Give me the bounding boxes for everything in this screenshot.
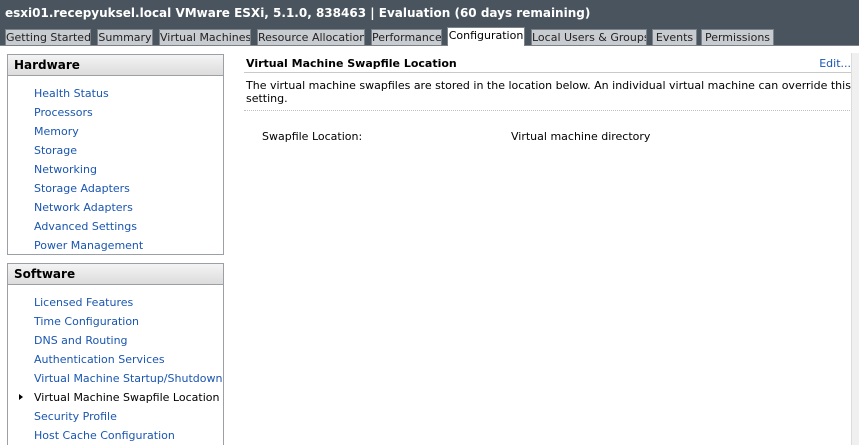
- hardware-header: Hardware: [8, 55, 223, 76]
- software-item-dns-and-routing[interactable]: DNS and Routing: [8, 331, 223, 350]
- hardware-item-storage[interactable]: Storage: [8, 141, 223, 160]
- tab-virtual-machines[interactable]: Virtual Machines: [159, 29, 251, 45]
- software-item-time-configuration[interactable]: Time Configuration: [8, 312, 223, 331]
- hardware-item-power-management[interactable]: Power Management: [8, 236, 223, 255]
- selected-arrow-icon: [19, 394, 23, 400]
- window-title: esxi01.recepyuksel.local VMware ESXi, 5.…: [0, 0, 859, 28]
- hardware-panel: Hardware Health Status Processors Memory…: [7, 54, 224, 255]
- software-header: Software: [8, 264, 223, 285]
- tab-performance[interactable]: Performance: [371, 29, 442, 45]
- swapfile-location-value: Virtual machine directory: [511, 130, 651, 143]
- description-divider: [244, 110, 854, 112]
- hardware-item-storage-adapters[interactable]: Storage Adapters: [8, 179, 223, 198]
- hardware-item-memory[interactable]: Memory: [8, 122, 223, 141]
- page-description: The virtual machine swapfiles are stored…: [246, 79, 851, 105]
- tab-permissions[interactable]: Permissions: [701, 29, 774, 45]
- software-item-vm-swapfile-location[interactable]: Virtual Machine Swapfile Location: [8, 388, 223, 407]
- tab-resource-allocation[interactable]: Resource Allocation: [257, 29, 365, 45]
- software-item-security-profile[interactable]: Security Profile: [8, 407, 223, 426]
- hardware-list: Health Status Processors Memory Storage …: [8, 76, 223, 255]
- tab-local-users-groups[interactable]: Local Users & Groups: [531, 29, 647, 45]
- hardware-item-advanced-settings[interactable]: Advanced Settings: [8, 217, 223, 236]
- edit-link[interactable]: Edit...: [819, 57, 851, 70]
- hardware-item-networking[interactable]: Networking: [8, 160, 223, 179]
- software-list: Licensed Features Time Configuration DNS…: [8, 285, 223, 445]
- tab-bar: Getting Started Summary Virtual Machines…: [0, 27, 859, 46]
- swapfile-location-label: Swapfile Location:: [262, 130, 363, 143]
- software-item-vm-startup-shutdown[interactable]: Virtual Machine Startup/Shutdown: [8, 369, 223, 388]
- page-title: Virtual Machine Swapfile Location: [246, 57, 457, 70]
- software-item-label: Virtual Machine Swapfile Location: [34, 391, 220, 404]
- hardware-item-network-adapters[interactable]: Network Adapters: [8, 198, 223, 217]
- tab-getting-started[interactable]: Getting Started: [5, 29, 91, 45]
- tab-events[interactable]: Events: [652, 29, 697, 45]
- tab-summary[interactable]: Summary: [97, 29, 153, 45]
- hardware-item-processors[interactable]: Processors: [8, 103, 223, 122]
- software-item-licensed-features[interactable]: Licensed Features: [8, 293, 223, 312]
- software-item-host-cache-configuration[interactable]: Host Cache Configuration: [8, 426, 223, 445]
- vertical-scrollbar[interactable]: [851, 53, 859, 445]
- tab-configuration[interactable]: Configuration: [447, 27, 525, 46]
- hardware-item-health-status[interactable]: Health Status: [8, 84, 223, 103]
- software-panel: Software Licensed Features Time Configur…: [7, 263, 224, 445]
- software-item-authentication-services[interactable]: Authentication Services: [8, 350, 223, 369]
- title-divider: [244, 72, 854, 73]
